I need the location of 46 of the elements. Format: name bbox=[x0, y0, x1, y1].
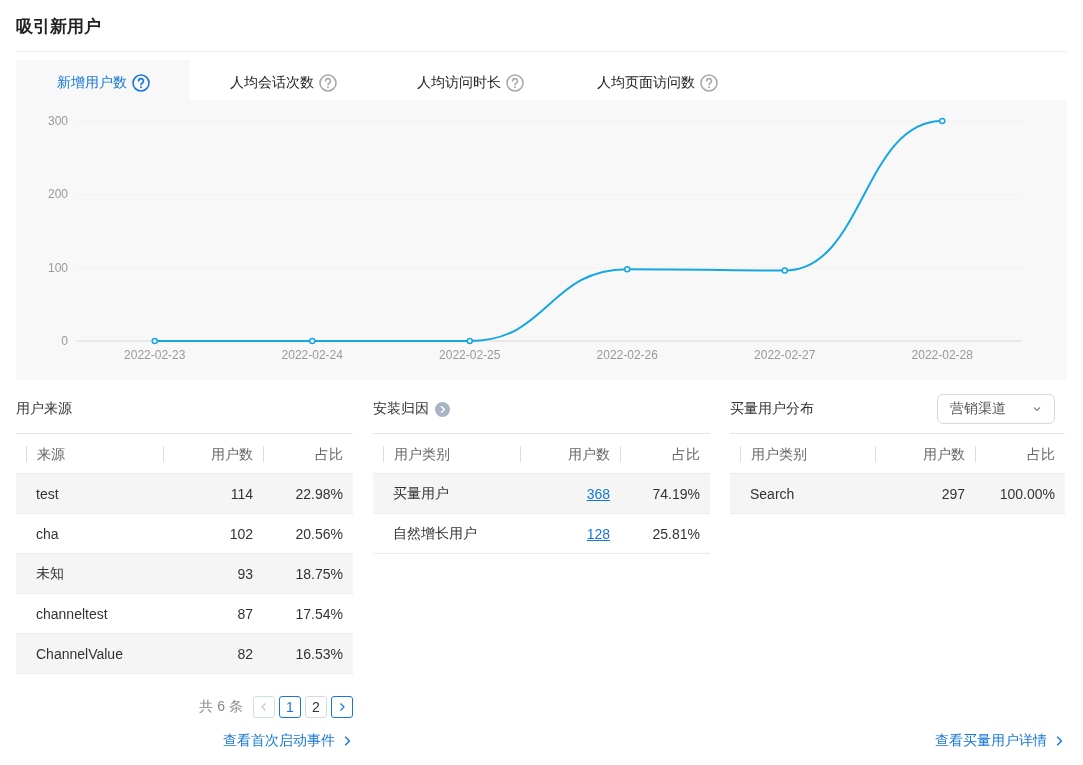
table-cell-text: cha bbox=[35, 525, 60, 542]
column-header: 占比 bbox=[263, 445, 353, 462]
axis-label: 200 bbox=[47, 187, 68, 202]
panel-title: 买量用户分布 bbox=[730, 400, 814, 418]
column-header: 占比 bbox=[975, 445, 1065, 462]
table-cell-text: 买量用户 bbox=[392, 484, 450, 503]
axis-label: 0 bbox=[61, 334, 68, 348]
page-title: 吸引新用户 bbox=[16, 16, 102, 38]
axis-label: 2022-02-26 bbox=[596, 348, 658, 362]
axis-label: 2022-02-28 bbox=[911, 348, 973, 362]
table-cell-text: test bbox=[35, 485, 60, 502]
column-header: 用户类别 bbox=[383, 445, 520, 462]
table-cell-text: 自然增长用户 bbox=[392, 524, 478, 543]
table-cell-text: 18.75% bbox=[294, 565, 344, 582]
table-cell-text: 22.98% bbox=[294, 485, 344, 502]
table-cell-text: 74.19% bbox=[651, 485, 701, 502]
table-cell-text: 100.00% bbox=[998, 485, 1056, 502]
table-cell-text: Search bbox=[749, 485, 796, 502]
axis-label: 2022-02-27 bbox=[754, 348, 816, 362]
table-cell-text: 102 bbox=[228, 525, 254, 542]
table-cell-text: 20.56% bbox=[294, 525, 344, 542]
table-cell-text: 未知 bbox=[35, 564, 65, 583]
panel-title: 用户来源 bbox=[16, 400, 72, 418]
table-cell-text: 93 bbox=[236, 565, 254, 582]
total-count: 共 6 条 bbox=[199, 698, 243, 716]
axis-label: 2022-02-25 bbox=[439, 348, 501, 362]
table-cell-text: 17.54% bbox=[294, 605, 344, 622]
table-cell-text: ChannelValue bbox=[35, 645, 124, 662]
table-cell-text: 16.53% bbox=[294, 645, 344, 662]
table-cell-text: 82 bbox=[236, 645, 254, 662]
axis-label: 2022-02-23 bbox=[124, 348, 186, 362]
table-cell-text: 87 bbox=[236, 605, 254, 622]
column-header: 用户数 bbox=[875, 445, 975, 462]
column-header: 用户数 bbox=[520, 445, 620, 462]
axis-label: 2022-02-24 bbox=[281, 348, 343, 362]
table-cell-text: 25.81% bbox=[651, 525, 701, 542]
panel-title: 安装归因 bbox=[373, 400, 429, 418]
table-cell-text: 297 bbox=[940, 485, 966, 502]
axis-label: 100 bbox=[47, 260, 68, 275]
column-header: 用户类别 bbox=[740, 445, 875, 462]
column-header: 用户数 bbox=[163, 445, 263, 462]
column-header: 来源 bbox=[26, 445, 163, 462]
table-cell-text: 114 bbox=[229, 485, 254, 502]
column-header: 占比 bbox=[620, 445, 710, 462]
axis-label: 300 bbox=[47, 114, 68, 128]
table-cell-text: channeltest bbox=[35, 605, 109, 622]
